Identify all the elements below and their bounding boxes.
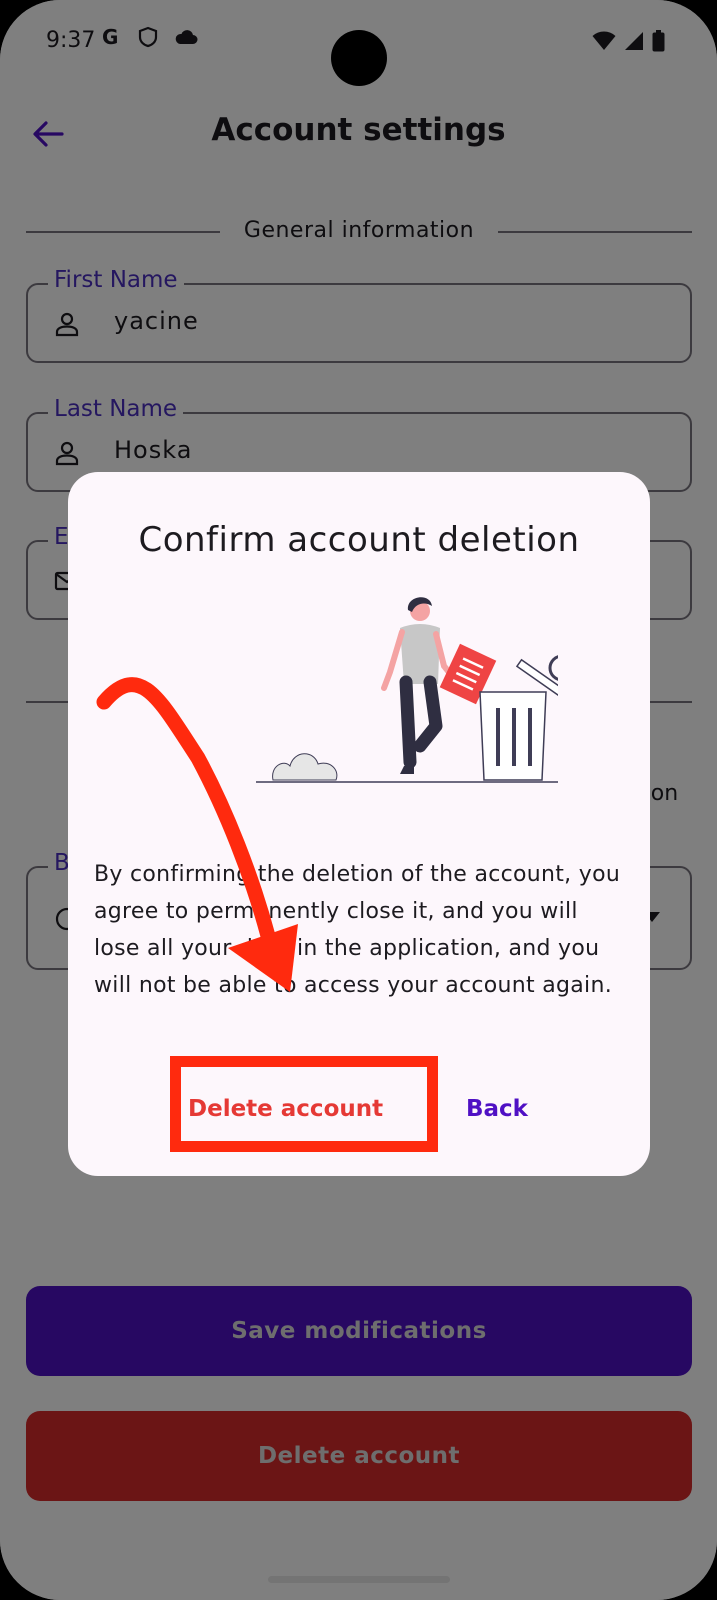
lid-handle xyxy=(548,655,558,681)
dialog-back-button[interactable]: Back xyxy=(466,1096,528,1122)
person-left-arm xyxy=(381,629,405,691)
trash-illustration xyxy=(256,597,558,783)
person-right-leg xyxy=(413,675,443,753)
person-left-leg xyxy=(399,675,417,769)
phone-screen: 9:37 G Account settings General informat… xyxy=(0,0,717,1600)
person-shoe xyxy=(400,766,414,774)
annotation-highlight-box xyxy=(170,1056,438,1152)
bush-shape xyxy=(272,753,338,781)
dialog-message: By confirming the deletion of the accoun… xyxy=(94,862,621,998)
dialog-title: Confirm account deletion xyxy=(138,520,580,560)
